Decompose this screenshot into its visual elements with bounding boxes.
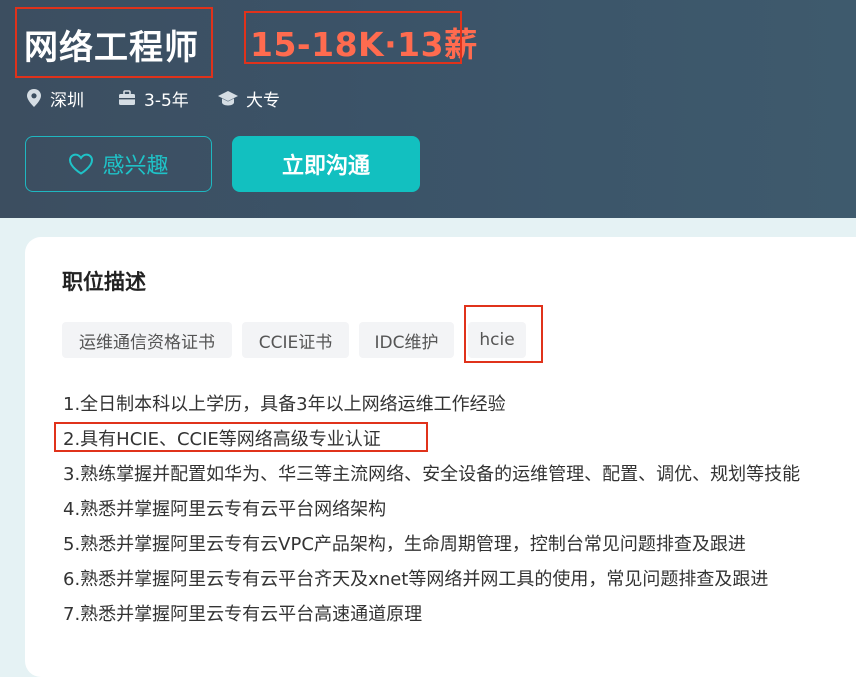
graduation-cap-icon	[218, 91, 238, 106]
skill-tag[interactable]: CCIE证书	[242, 322, 349, 358]
chat-now-button-label: 立即沟通	[281, 154, 370, 179]
requirement-item: 3.熟练掌握并配置如华为、华三等主流网络、安全设备的运维管理、配置、调优、规划等…	[63, 464, 801, 485]
requirement-item: 1.全日制本科以上学历，具备3年以上网络运维工作经验	[63, 394, 506, 415]
meta-location: 深圳	[26, 87, 84, 111]
requirement-item: 7.熟悉并掌握阿里云专有云平台高速通道原理	[63, 604, 423, 625]
requirement-item: 4.熟悉并掌握阿里云专有云平台网络架构	[63, 499, 387, 520]
requirement-highlight-box	[54, 422, 428, 452]
job-title-highlight-box	[15, 7, 213, 78]
experience-text: 3-5年	[144, 90, 189, 111]
meta-experience: 3-5年	[118, 87, 189, 111]
briefcase-icon	[119, 90, 135, 105]
education-text: 大专	[246, 90, 280, 111]
tag-highlight-box	[464, 305, 543, 363]
requirement-item: 6.熟悉并掌握阿里云专有云平台齐天及xnet等网络并网工具的使用，常见问题排查及…	[63, 569, 769, 590]
section-title: 职位描述	[62, 270, 146, 294]
chat-now-button[interactable]: 立即沟通	[232, 136, 420, 192]
requirement-item: 5.熟悉并掌握阿里云专有云VPC产品架构，生命周期管理，控制台常见问题排查及跟进	[63, 534, 746, 555]
skill-tag[interactable]: 运维通信资格证书	[62, 322, 232, 358]
location-text: 深圳	[50, 90, 84, 111]
follow-button-label: 感兴趣	[102, 154, 169, 179]
meta-education: 大专	[218, 87, 280, 111]
heart-outline-icon	[69, 153, 94, 175]
salary-highlight-box	[244, 11, 462, 64]
skill-tag[interactable]: IDC维护	[359, 322, 454, 358]
location-pin-icon	[27, 89, 41, 107]
follow-button[interactable]: 感兴趣	[25, 136, 212, 192]
